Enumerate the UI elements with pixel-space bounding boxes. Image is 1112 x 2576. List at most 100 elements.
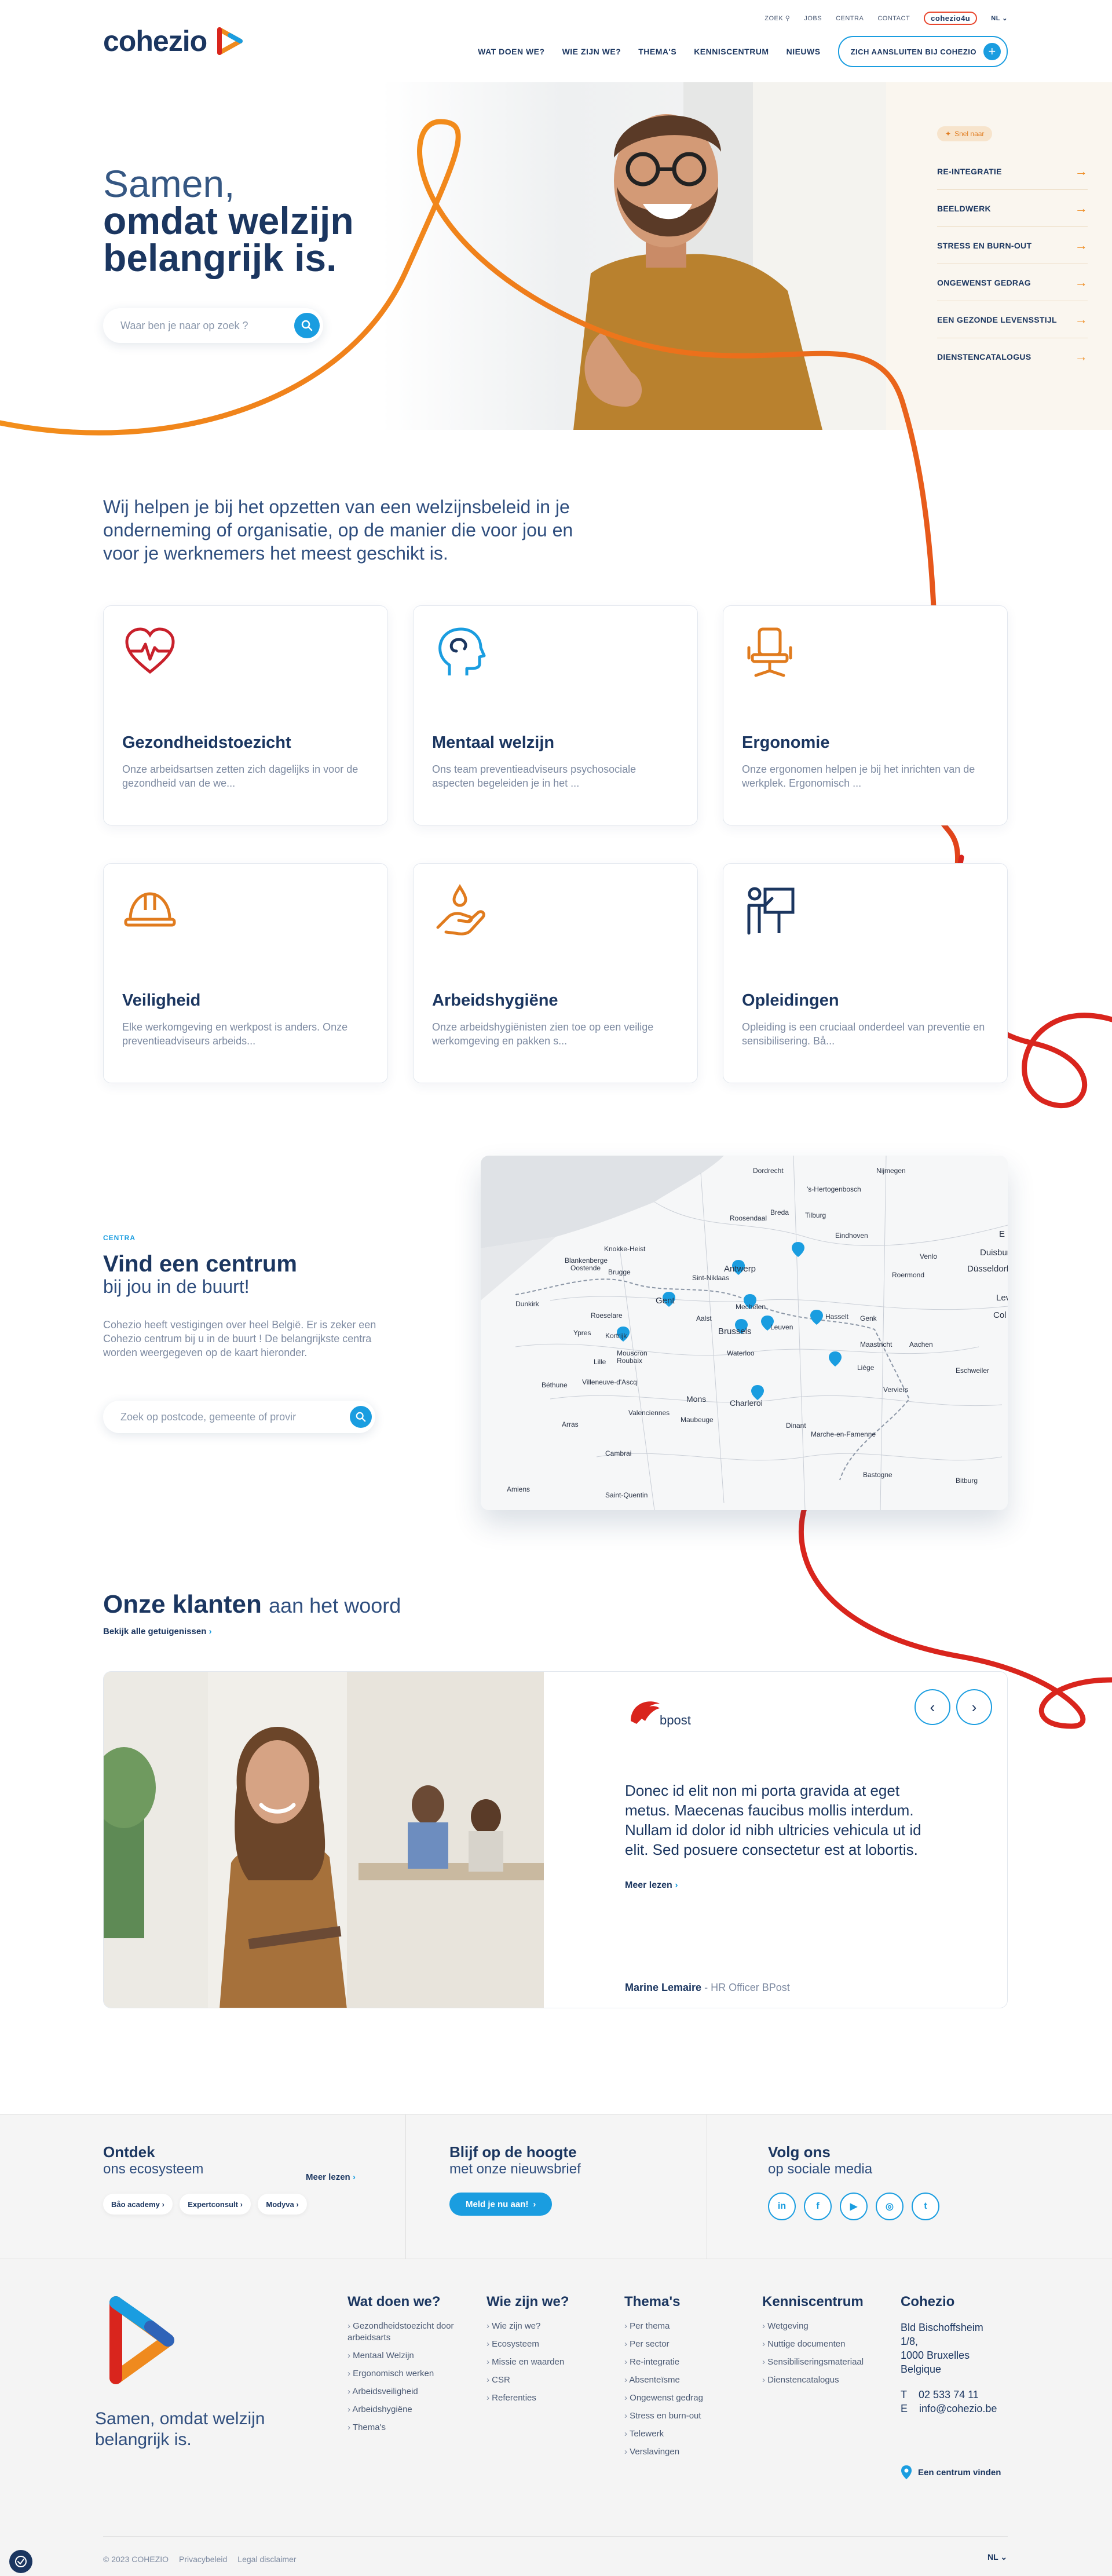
newsletter-subtitle: met onze nieuwsbrief: [449, 2161, 581, 2177]
map-city: Ypres: [573, 1329, 591, 1337]
nav-nieuws[interactable]: NIEUWS: [787, 47, 821, 56]
service-card-ergonomie[interactable]: Ergonomie Onze ergonomen helpen je bij h…: [723, 605, 1008, 825]
footer-link[interactable]: Referenties: [487, 2392, 614, 2404]
cohezio4u-link[interactable]: cohezio4u: [924, 12, 978, 25]
ecosystem-pill[interactable]: Båo academy ›: [103, 2194, 173, 2215]
cohezio-logo[interactable]: cohezio: [103, 24, 246, 58]
footer-link[interactable]: Gezondheidstoezicht door arbeidsarts: [348, 2321, 475, 2344]
footer-link[interactable]: Arbeidsveiligheid: [348, 2386, 475, 2398]
youtube-icon[interactable]: ▶: [840, 2193, 868, 2220]
quick-link-stress[interactable]: STRESS EN BURN-OUT →: [937, 227, 1088, 264]
nav-kenniscentrum[interactable]: KENNISCENTRUM: [694, 47, 769, 56]
map-city: Bastogne: [863, 1471, 892, 1479]
ecosystem-more-link[interactable]: Meer lezen ›: [306, 2172, 356, 2182]
footer-link[interactable]: Nuttige documenten: [762, 2339, 890, 2350]
arrow-right-icon: →: [1074, 200, 1088, 215]
legal-link[interactable]: Legal disclaimer: [237, 2555, 296, 2564]
language-select[interactable]: NL ⌄: [991, 14, 1008, 22]
centers-map[interactable]: Dordrecht 's-Hertogenbosch Nijmegen Bred…: [481, 1156, 1008, 1510]
centra-link[interactable]: CENTRA: [836, 15, 864, 22]
map-city: Gent: [656, 1296, 675, 1306]
footer-link[interactable]: Arbeidshygiëne: [348, 2404, 475, 2416]
footer-link[interactable]: Ongewenst gedrag: [624, 2392, 752, 2404]
centra-search-input[interactable]: [120, 1411, 350, 1423]
footer-link[interactable]: Per sector: [624, 2339, 752, 2350]
newsletter-signup-button[interactable]: Meld je nu aan! ›: [449, 2193, 553, 2216]
map-city: Dordrecht: [753, 1167, 784, 1175]
service-card-arbeidshygiene[interactable]: Arbeidshygiëne Onze arbeidshygiënisten z…: [413, 863, 698, 1083]
find-center-link[interactable]: Een centrum vinden: [901, 2465, 1001, 2480]
ecosystem-pill[interactable]: Expertconsult ›: [180, 2194, 251, 2215]
newsletter-title: Blijf op de hoogte: [449, 2143, 577, 2161]
search-link[interactable]: ZOEK ⚲: [765, 14, 790, 22]
nav-themas[interactable]: THEMA'S: [638, 47, 676, 56]
footer-link[interactable]: CSR: [487, 2374, 614, 2386]
footer-link[interactable]: Verslavingen: [624, 2446, 752, 2458]
map-pin-icon: [901, 2465, 912, 2479]
map-city: Hasselt: [825, 1313, 849, 1321]
footer-link[interactable]: Thema's: [348, 2422, 475, 2434]
accessibility-button[interactable]: [9, 2550, 32, 2573]
ecosystem-pill[interactable]: Modyva ›: [258, 2194, 307, 2215]
footer-link[interactable]: Per thema: [624, 2321, 752, 2332]
map-city: Oostende: [570, 1264, 601, 1272]
footer-link[interactable]: Ecosysteem: [487, 2339, 614, 2350]
map-city: Lille: [594, 1358, 606, 1366]
footer-link[interactable]: Telewerk: [624, 2428, 752, 2440]
centra-search-button[interactable]: [350, 1406, 372, 1428]
quick-link-ongewenst-gedrag[interactable]: ONGEWENST GEDRAG →: [937, 264, 1088, 301]
instagram-icon[interactable]: ◎: [876, 2193, 904, 2220]
map-city: Villeneuve-d'Ascq: [582, 1378, 637, 1386]
contact-link[interactable]: CONTACT: [877, 15, 910, 22]
service-card-mentaal-welzijn[interactable]: Mentaal welzijn Ons team preventieadvise…: [413, 605, 698, 825]
footer-email[interactable]: E info@cohezio.be: [901, 2402, 1016, 2416]
heart-pulse-icon: [125, 627, 175, 674]
ecosystem-title: Ontdek: [103, 2143, 155, 2161]
service-text: Elke werkomgeving en werkpost is anders.…: [122, 1021, 348, 1047]
footer-link[interactable]: Sensibiliseringsmateriaal: [762, 2356, 890, 2368]
footer-link[interactable]: Wie zijn we?: [487, 2321, 614, 2332]
join-button[interactable]: ZICH AANSLUITEN BIJ COHEZIO +: [837, 36, 1008, 67]
nav-wie-zijn-we[interactable]: WIE ZIJN WE?: [562, 47, 621, 56]
footer-divider: [103, 2536, 1008, 2537]
quick-link-re-integratie[interactable]: RE-INTEGRATIE →: [937, 153, 1088, 190]
chevron-down-icon: ⌄: [1000, 2552, 1008, 2562]
footer-link[interactable]: Stress en burn-out: [624, 2410, 752, 2422]
logo-mark-icon: [217, 27, 243, 55]
all-testimonials-link[interactable]: Bekijk alle getuigenissen ›: [103, 1627, 212, 1636]
footer-link[interactable]: Absenteïsme: [624, 2374, 752, 2386]
linkedin-icon[interactable]: in: [768, 2193, 796, 2220]
main-nav: WAT DOEN WE? WIE ZIJN WE? THEMA'S KENNIS…: [478, 36, 1008, 67]
footer-link[interactable]: Mentaal Welzijn: [348, 2350, 475, 2362]
map-city: Antwerp: [724, 1264, 756, 1274]
map-city: Aachen: [909, 1340, 933, 1349]
privacy-link[interactable]: Privacybeleid: [179, 2555, 227, 2564]
footer-language-select[interactable]: NL ⌄: [987, 2552, 1007, 2562]
map-city: Verviers: [883, 1386, 908, 1394]
service-card-opleidingen[interactable]: Opleidingen Opleiding is een cruciaal on…: [723, 863, 1008, 1083]
search-icon: [356, 1412, 366, 1422]
footer-link[interactable]: Missie en waarden: [487, 2356, 614, 2368]
quick-link-beeldwerk[interactable]: BEELDWERK →: [937, 190, 1088, 227]
footer-link[interactable]: Re-integratie: [624, 2356, 752, 2368]
twitter-icon[interactable]: t: [912, 2193, 939, 2220]
service-card-gezondheidstoezicht[interactable]: Gezondheidstoezicht Onze arbeidsartsen z…: [103, 605, 388, 825]
footer-link[interactable]: Dienstencatalogus: [762, 2374, 890, 2386]
footer-phone[interactable]: T 02 533 74 11: [901, 2388, 1016, 2402]
hero-search-input[interactable]: [120, 319, 294, 332]
footer-link[interactable]: Wetgeving: [762, 2321, 890, 2332]
quick-link-dienstencatalogus[interactable]: DIENSTENCATALOGUS →: [937, 338, 1088, 375]
jobs-link[interactable]: JOBS: [804, 15, 822, 22]
testimonial-author: Marine Lemaire - HR Officer BPost: [625, 1982, 790, 1994]
next-testimonial-button[interactable]: ›: [956, 1689, 992, 1725]
chevron-right-icon: ›: [971, 1698, 977, 1716]
map-city: Kortrijk: [605, 1332, 627, 1340]
prev-testimonial-button[interactable]: ‹: [915, 1689, 950, 1725]
facebook-icon[interactable]: f: [804, 2193, 832, 2220]
service-card-veiligheid[interactable]: Veiligheid Elke werkomgeving en werkpost…: [103, 863, 388, 1083]
search-button[interactable]: [294, 313, 320, 338]
read-more-link[interactable]: Meer lezen ›: [625, 1880, 678, 1891]
quick-link-levensstijl[interactable]: EEN GEZONDE LEVENSSTIJL →: [937, 301, 1088, 338]
footer-link[interactable]: Ergonomisch werken: [348, 2368, 475, 2380]
nav-wat-doen-we[interactable]: WAT DOEN WE?: [478, 47, 544, 56]
